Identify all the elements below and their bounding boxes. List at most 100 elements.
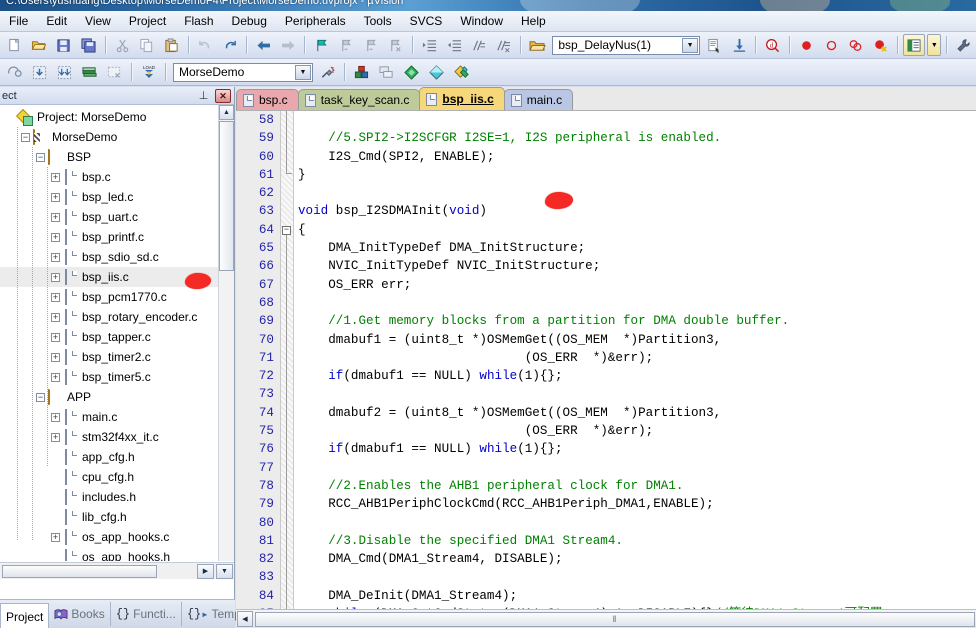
target-options-icon[interactable] [316,61,339,83]
menu-edit[interactable]: Edit [37,12,76,31]
tree-item-bsp-sdio-sd-c[interactable]: + bsp_sdio_sd.c [0,247,234,267]
code-line[interactable]: 68 [236,294,976,312]
tree-item-lib-cfg-h[interactable]: lib_cfg.h [0,507,234,527]
code-line[interactable]: 60 I2S_Cmd(SPI2, ENABLE); [236,148,976,166]
editor-horizontal-scrollbar[interactable]: ◀ ‖ [236,609,976,628]
menu-svcs[interactable]: SVCS [401,12,452,31]
code-view[interactable]: 58 59 //5.SPI2->I2SCFGR I2SE=1, I2S perip… [236,111,976,609]
fold-box-line-64[interactable]: − [282,226,291,235]
menu-tools[interactable]: Tools [355,12,401,31]
translate-icon[interactable] [3,61,26,83]
tree-item-morsedemo[interactable]: − MorseDemo [0,127,234,147]
collapse-toggle-icon[interactable]: − [36,392,45,402]
save-all-icon[interactable] [77,34,100,56]
tree-item-bsp-timer2-c[interactable]: + bsp_timer2.c [0,347,234,367]
code-line[interactable]: 79 RCC_AHB1PeriphClockCmd(RCC_AHB1Periph… [236,495,976,513]
tree-item-os-app-hooks-c[interactable]: + os_app_hooks.c [0,527,234,547]
scroll-right-button[interactable]: ▶ [197,563,214,579]
expand-toggle-icon[interactable]: + [51,372,60,382]
tree-item-bsp-pcm1770-c[interactable]: + bsp_pcm1770.c [0,287,234,307]
find-in-files-icon[interactable] [728,34,751,56]
rebuild-icon[interactable] [53,61,76,83]
configure-icon[interactable] [952,34,975,56]
menu-project[interactable]: Project [120,12,175,31]
close-icon[interactable]: ✕ [215,89,231,103]
panel-tab-functions[interactable]: {} Functi... [111,602,182,626]
expand-toggle-icon[interactable]: + [51,412,60,422]
tree-item-project-morsedemo[interactable]: Project: MorseDemo [0,107,234,127]
chevron-down-icon[interactable]: ▼ [682,37,699,53]
project-tree[interactable]: Project: MorseDemo − MorseDemo − BSP + bsp.c + b… [0,105,234,561]
menu-flash[interactable]: Flash [175,12,222,31]
tree-item-app[interactable]: − APP [0,387,234,407]
pack-installer-icon[interactable] [425,61,448,83]
tree-item-cpu-cfg-h[interactable]: cpu_cfg.h [0,467,234,487]
copy-icon[interactable] [135,34,158,56]
code-line[interactable]: 77 [236,459,976,477]
function-navigate-icon[interactable] [703,34,726,56]
debug-find-icon[interactable]: d [761,34,784,56]
code-line[interactable]: 83 [236,568,976,586]
code-line[interactable]: 73 [236,385,976,403]
tree-item-main-c[interactable]: + main.c [0,407,234,427]
editor-tab-task-key-scan-c[interactable]: task_key_scan.c [297,89,421,110]
expand-toggle-icon[interactable]: + [51,252,60,262]
code-line[interactable]: 81 //3.Disable the specified DMA1 Stream… [236,532,976,550]
tree-item-bsp-printf-c[interactable]: + bsp_printf.c [0,227,234,247]
window-layout-icon[interactable] [902,34,926,56]
code-line[interactable]: 70 dmabuf1 = (uint8_t *)OSMemGet((OS_MEM… [236,331,976,349]
expand-toggle-icon[interactable]: + [51,332,60,342]
code-line[interactable]: 75 (OS_ERR *)&err); [236,422,976,440]
code-line[interactable]: 74 dmabuf2 = (uint8_t *)OSMemGet((OS_MEM… [236,404,976,422]
tree-item-bsp-rotary-encoder-c[interactable]: + bsp_rotary_encoder.c [0,307,234,327]
code-line[interactable]: 62 [236,184,976,202]
layout-dropdown-icon[interactable]: ▼ [927,34,942,56]
bookmark-next-icon[interactable] [360,34,383,56]
manage-project-items-icon[interactable] [350,61,373,83]
batch-build-icon[interactable] [78,61,101,83]
code-line[interactable]: 58 [236,111,976,129]
expand-toggle-icon[interactable]: + [51,352,60,362]
menu-view[interactable]: View [76,12,120,31]
expand-toggle-icon[interactable]: + [51,272,60,282]
code-lines[interactable]: 58 59 //5.SPI2->I2SCFGR I2SE=1, I2S perip… [236,111,976,609]
code-line[interactable]: 66 NVIC_InitTypeDef NVIC_InitStructure; [236,257,976,275]
tree-item-bsp[interactable]: − BSP [0,147,234,167]
menu-debug[interactable]: Debug [223,12,276,31]
expand-toggle-icon[interactable]: + [51,192,60,202]
tree-item-bsp-tapper-c[interactable]: + bsp_tapper.c [0,327,234,347]
editor-tab-bsp-c[interactable]: bsp.c [236,89,299,110]
insert-breakpoint-icon[interactable] [795,34,818,56]
save-icon[interactable] [52,34,75,56]
undo-icon[interactable] [194,34,217,56]
kill-all-breakpoints-icon[interactable] [869,34,892,56]
scroll-thumb[interactable] [2,564,157,578]
scroll-left-button[interactable]: ◀ [237,611,253,627]
open-combo-icon[interactable] [526,34,549,56]
chevron-down-icon[interactable]: ▼ [295,64,311,80]
code-line[interactable]: 76 if(dmabuf1 == NULL) while(1){}; [236,440,976,458]
bookmark-prev-icon[interactable] [335,34,358,56]
tree-item-stm32f4xx-it-c[interactable]: + stm32f4xx_it.c [0,427,234,447]
load-icon[interactable]: LOAD [137,61,160,83]
indent-icon[interactable] [418,34,441,56]
menu-window[interactable]: Window [451,12,512,31]
cut-icon[interactable] [111,34,134,56]
multi-project-icon[interactable] [375,61,398,83]
menu-file[interactable]: File [0,12,37,31]
target-combo[interactable]: MorseDemo ▼ [173,62,313,82]
bookmark-clear-icon[interactable] [384,34,407,56]
disable-all-breakpoints-icon[interactable] [844,34,867,56]
function-combo[interactable]: bsp_DelayNus(1) ▼ [552,35,701,55]
tree-item-os-app-hooks-h[interactable]: os_app_hooks.h [0,547,234,561]
stop-build-icon[interactable] [103,61,126,83]
scroll-thumb[interactable] [219,121,234,271]
code-line[interactable]: 84 DMA_DeInit(DMA1_Stream4); [236,587,976,605]
tree-item-includes-h[interactable]: includes.h [0,487,234,507]
scroll-up-button[interactable]: ▲ [219,105,234,120]
disable-breakpoint-icon[interactable] [820,34,843,56]
code-line[interactable]: 80 [236,514,976,532]
code-line[interactable]: 71 (OS_ERR *)&err); [236,349,976,367]
code-line[interactable]: 65 DMA_InitTypeDef DMA_InitStructure; [236,239,976,257]
code-line[interactable]: 61} [236,166,976,184]
